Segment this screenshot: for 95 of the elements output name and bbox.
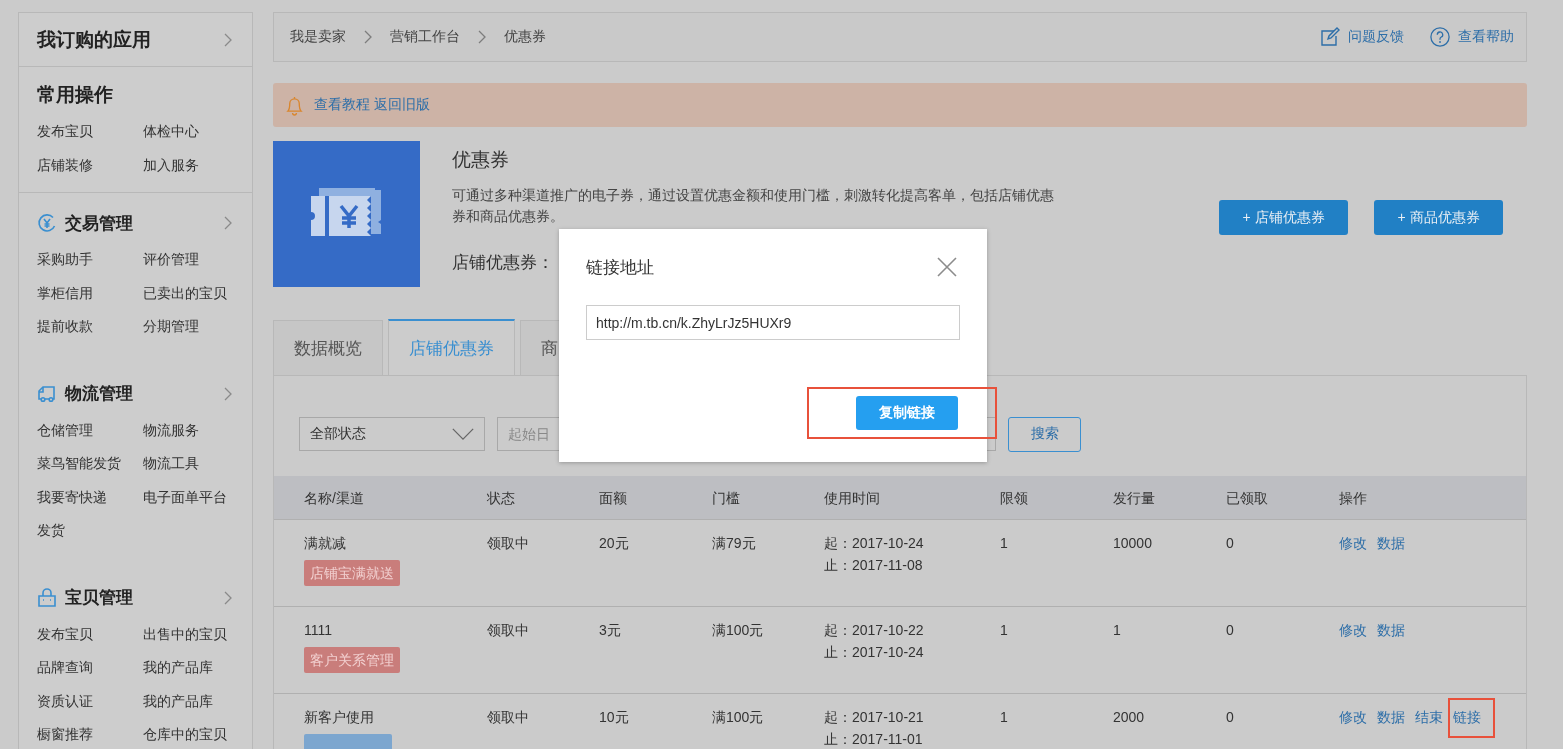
channel-tag: 店铺宝满就送: [304, 560, 400, 586]
chevron-right-icon[interactable]: [224, 386, 232, 401]
help-icon[interactable]: [1430, 27, 1450, 47]
tab[interactable]: 数据概览: [273, 320, 383, 375]
column-header: 限领: [1000, 488, 1029, 508]
sidebar-link[interactable]: 物流工具: [143, 447, 234, 481]
table-cell: 满79元: [712, 535, 756, 551]
close-icon[interactable]: [937, 257, 957, 277]
sidebar-link[interactable]: 我的产品库: [143, 651, 234, 685]
column-header: 状态: [487, 488, 516, 508]
sidebar-link[interactable]: 发货: [37, 514, 143, 548]
table-cell-text: 起：2017-10-24: [824, 534, 925, 553]
chevron-right-icon[interactable]: [224, 216, 232, 230]
table-cell-text: 止：2017-11-08: [824, 556, 924, 575]
section-title: 宝贝管理: [65, 587, 133, 609]
column-header: 使用时间: [824, 488, 881, 508]
section-title: 常用操作: [37, 83, 113, 107]
section-title: 我订购的应用: [37, 27, 151, 52]
sidebar-link[interactable]: 评价管理: [143, 243, 234, 277]
sidebar-link[interactable]: 橱窗推荐: [37, 718, 143, 749]
sidebar-link[interactable]: 品牌查询: [37, 651, 143, 685]
sidebar-link[interactable]: 电子面单平台: [143, 480, 234, 514]
bell-icon: [285, 94, 304, 116]
page-title: 优惠券: [452, 148, 510, 172]
table-cell: 0: [1226, 535, 1234, 551]
sidebar-link[interactable]: 店铺装修: [37, 148, 143, 182]
section-title: 物流管理: [65, 383, 133, 405]
breadcrumb-link[interactable]: 优惠券: [504, 28, 546, 46]
sidebar-link[interactable]: 资质认证: [37, 684, 143, 718]
create-coupon-button[interactable]: + 店铺优惠券: [1219, 200, 1348, 235]
table-cell-text: 1111: [304, 621, 334, 640]
chevron-right-icon[interactable]: [224, 32, 232, 47]
shopping-bag-icon: [37, 587, 57, 608]
action-link[interactable]: 链接: [1453, 709, 1481, 725]
table-cell: 1: [1000, 535, 1008, 551]
sidebar-link[interactable]: 出售中的宝贝: [143, 617, 234, 651]
column-header: 名称/渠道: [304, 488, 365, 508]
sidebar-link[interactable]: 仓储管理: [37, 413, 143, 447]
sidebar-link[interactable]: 发布宝贝: [37, 617, 143, 651]
description: 可通过多种渠道推广的电子券，通过设置优惠金额和使用门槛，刺激转化提高客单，包括店铺优惠券和商品优惠券。: [452, 186, 1055, 226]
sidebar-link[interactable]: 掌柜信用: [37, 276, 143, 310]
sidebar-link[interactable]: 分期管理: [143, 310, 234, 344]
table-cell: 10000: [1113, 535, 1152, 551]
table-cell-text: 止：2017-11-01: [824, 730, 924, 749]
yuan-coin-icon: [37, 213, 57, 233]
column-header: 门槛: [712, 488, 741, 508]
table-cell: 1: [1113, 622, 1121, 638]
table-cell: 领取中: [487, 535, 529, 551]
table-cell: 0: [1226, 709, 1234, 725]
table-cell-text: 止：2017-10-24: [824, 643, 925, 662]
table-cell: 1: [1000, 622, 1008, 638]
sidebar-link[interactable]: 菜鸟智能发货: [37, 447, 143, 481]
status-dropdown[interactable]: 全部状态: [299, 417, 485, 451]
sidebar-link[interactable]: 我的产品库: [143, 684, 234, 718]
breadcrumb-link[interactable]: 营销工作台: [390, 28, 460, 46]
table-cell-text: 起：2017-10-21: [824, 708, 925, 727]
sidebar-link[interactable]: 物流服务: [143, 413, 234, 447]
summary-label: 店铺优惠券：: [452, 252, 554, 274]
chevron-right-icon[interactable]: [224, 590, 232, 605]
section-title: 交易管理: [65, 212, 133, 235]
column-header: 面额: [599, 488, 628, 508]
sidebar-link[interactable]: 加入服务: [143, 148, 234, 182]
table-cell: 满100元: [712, 622, 764, 638]
table-cell: 领取中: [487, 622, 529, 638]
table-cell: 3元: [599, 622, 621, 638]
table-cell-text: 满就减: [304, 534, 347, 553]
chevron-right-icon: [478, 30, 486, 44]
column-header: 已领取: [1226, 488, 1269, 508]
breadcrumb-link[interactable]: 我是卖家: [290, 28, 346, 46]
table-cell: 领取中: [487, 709, 529, 725]
sidebar-link[interactable]: 仓库中的宝贝: [143, 718, 234, 749]
table-cell: 20元: [599, 535, 629, 551]
table-cell: 满100元: [712, 709, 764, 725]
table-cell-text: 新客户使用: [304, 708, 375, 727]
table-cell: 10元: [599, 709, 629, 725]
truck-icon: [37, 383, 57, 404]
sidebar-link[interactable]: 采购助手: [37, 243, 143, 277]
dialog-title: 链接地址: [586, 256, 654, 279]
table-cell: 2000: [1113, 709, 1145, 725]
create-coupon-button[interactable]: + 商品优惠券: [1374, 200, 1503, 235]
sidebar-link[interactable]: 已卖出的宝贝: [143, 276, 234, 310]
channel-tag: 客户关系管理: [304, 647, 400, 673]
chevron-right-icon: [364, 30, 372, 44]
column-header: 发行量: [1113, 488, 1156, 508]
table-cell: 0: [1226, 622, 1234, 638]
table-cell-text: 起：2017-10-22: [824, 621, 925, 640]
sidebar-link[interactable]: 发布宝贝: [37, 115, 143, 149]
sidebar-link[interactable]: 体检中心: [143, 115, 234, 149]
table-cell: 1: [1000, 709, 1008, 725]
url-field[interactable]: http://m.tb.cn/k.ZhyLrJz5HUXr9: [586, 305, 960, 340]
edit-icon[interactable]: [1320, 27, 1340, 47]
sidebar-link[interactable]: 我要寄快递: [37, 480, 143, 514]
sidebar-link[interactable]: 提前收款: [37, 310, 143, 344]
column-header: 操作: [1339, 488, 1368, 508]
caret-icon: [452, 428, 474, 440]
